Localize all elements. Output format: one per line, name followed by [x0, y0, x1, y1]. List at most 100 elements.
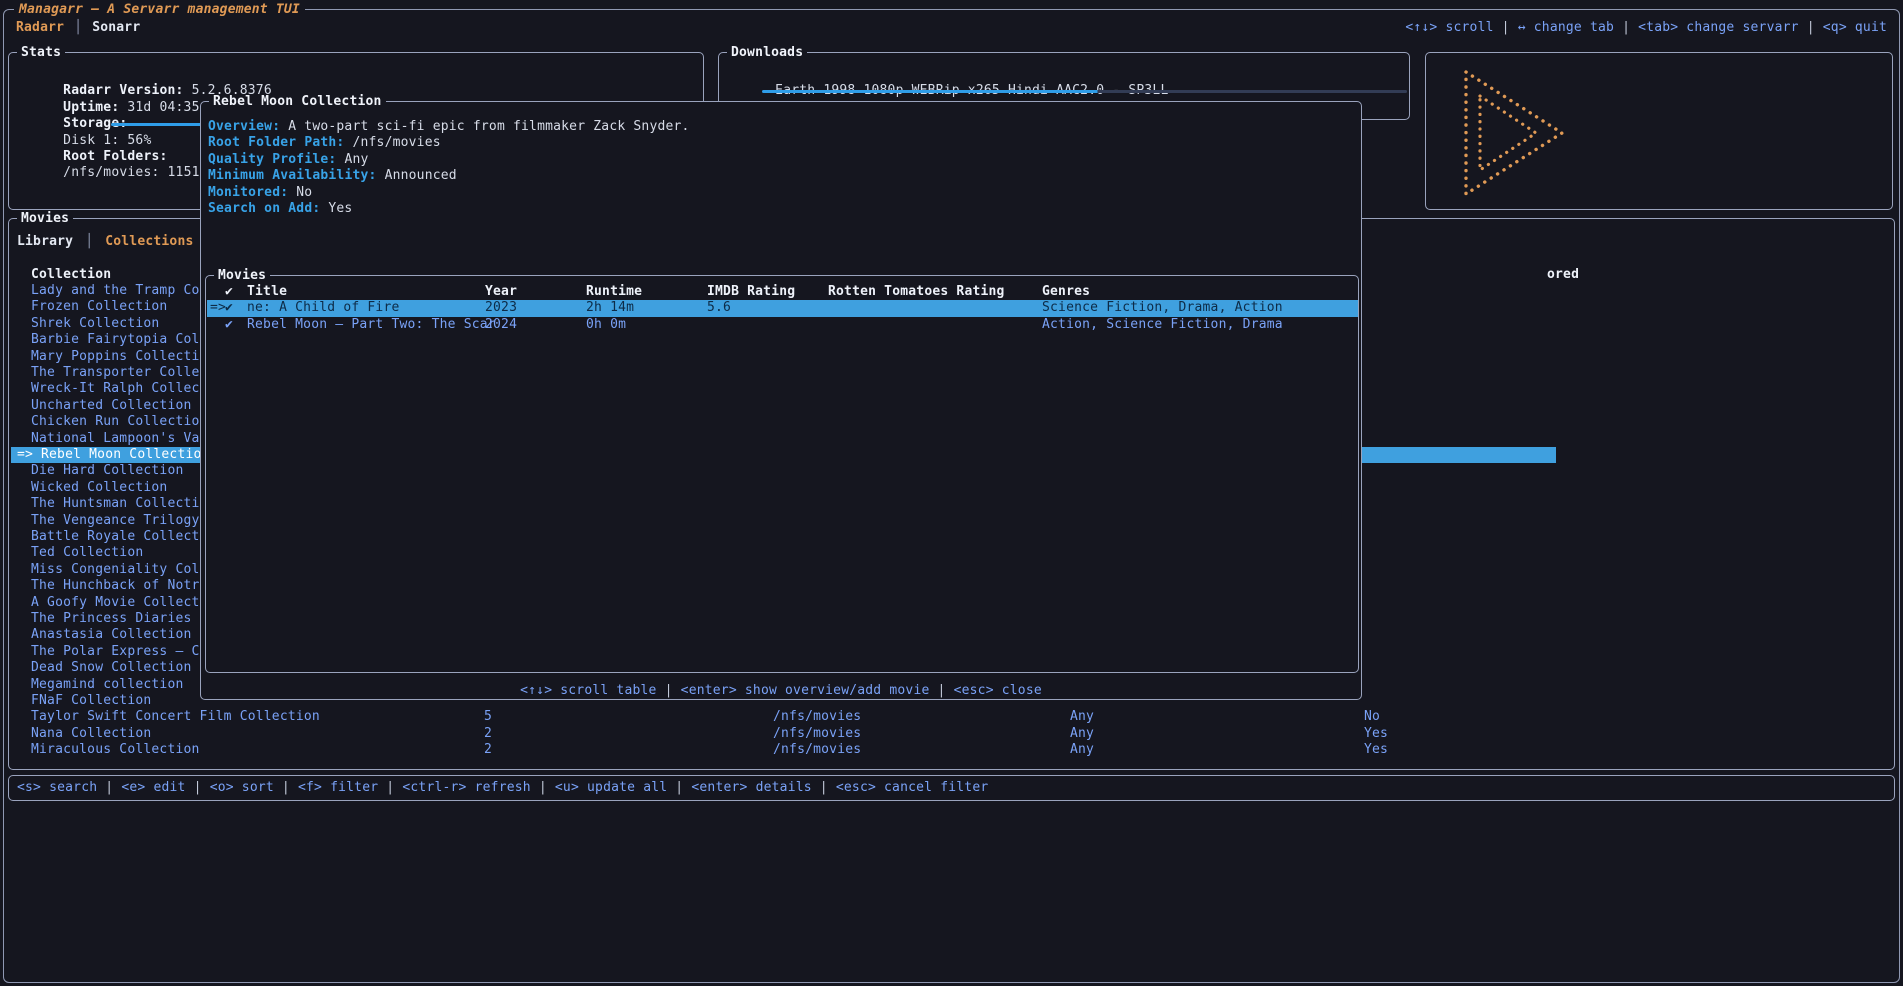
keybind-hint: <enter> show overview/add movie: [681, 683, 930, 698]
collection-name: Shrek Collection: [31, 316, 159, 332]
stats-panel-title: Stats: [17, 45, 65, 60]
footer-bar: <s> search | <e> edit | <o> sort | <f> f…: [8, 775, 1895, 801]
collection-name: Uncharted Collection: [31, 398, 192, 414]
collection-name: Megamind collection: [31, 677, 184, 693]
collection-root-folder: /nfs/movies: [773, 726, 861, 742]
hint-separator: |: [186, 780, 210, 795]
detail-rootfolderpath: Root Folder Path:/nfs/movies: [208, 135, 441, 151]
movies-col-header: Genres: [1042, 284, 1090, 300]
movies-table-header: ✔TitleYearRuntimeIMDB RatingRotten Tomat…: [206, 284, 1358, 300]
collection-name: Frozen Collection: [31, 299, 167, 315]
collection-name: Rebel Moon Collection: [41, 447, 210, 463]
hint-separator: |: [97, 780, 121, 795]
movie-check: ✔: [225, 317, 233, 333]
collection-name: National Lampoon's Va: [31, 431, 200, 447]
movies-table-title: Movies: [214, 268, 270, 283]
collection-name: FNaF Collection: [31, 693, 151, 709]
collection-name: The Princess Diaries: [31, 611, 192, 627]
selection-arrow: =>: [17, 447, 33, 463]
movie-year: 2023: [485, 300, 517, 316]
collection-details-modal: Rebel Moon Collection Overview:A two-par…: [200, 101, 1362, 700]
keybind-hint: <e> edit: [121, 780, 185, 795]
collection-name: The Polar Express – C: [31, 644, 200, 660]
selection-arrow: =>: [210, 300, 226, 316]
collection-name: Ted Collection: [31, 545, 143, 561]
collection-quality-profile: Any: [1070, 726, 1094, 742]
top-keybind-hints: <↑↓> scroll | ↔ change tab | <tab> chang…: [1405, 19, 1887, 36]
keybind-hint: <esc> close: [954, 683, 1042, 698]
collection-name: The Vengeance Trilogy: [31, 513, 200, 529]
tab-sonarr[interactable]: Sonarr: [92, 19, 140, 36]
tab-radarr[interactable]: Radarr: [16, 19, 64, 36]
collection-name: Miss Congeniality Col: [31, 562, 200, 578]
hint-separator: |: [1494, 20, 1518, 35]
download-progress-gauge: [762, 90, 1407, 93]
collection-root-folder: /nfs/movies: [773, 742, 861, 758]
collection-name: Miraculous Collection: [31, 742, 200, 758]
detail-minimumavailability: Minimum Availability:Announced: [208, 168, 457, 184]
keybind-hint: <q> quit: [1823, 20, 1887, 35]
movies-col-header: ✔: [225, 284, 233, 300]
movies-col-header: Year: [485, 284, 517, 300]
modal-title: Rebel Moon Collection: [209, 94, 386, 109]
detail-overview: Overview: A two-part sci-fi epic from fil…: [208, 119, 690, 135]
collection-name: Die Hard Collection: [31, 463, 184, 479]
collection-monitored: Yes: [1364, 726, 1388, 742]
downloads-panel-title: Downloads: [727, 45, 807, 60]
movies-col-header: Title: [247, 284, 287, 300]
movie-genres: Science Fiction, Drama, Action: [1042, 300, 1283, 316]
footer-keybind-hints: <s> search | <e> edit | <o> sort | <f> f…: [17, 780, 988, 795]
movies-col-header: Runtime: [586, 284, 642, 300]
tab-separator: │: [74, 19, 82, 36]
uptime-row: Uptime:31d 04:35:37: [15, 83, 224, 99]
keybind-hint: <↑↓> scroll table: [520, 683, 656, 698]
detail-value: A two-part sci-fi epic from filmmaker Za…: [288, 119, 689, 134]
keybind-hint: <↑↓> scroll: [1405, 20, 1493, 35]
collection-name: Mary Poppins Collecti: [31, 349, 200, 365]
collection-row[interactable]: Miraculous Collection2/nfs/moviesAnyYes: [9, 742, 1894, 758]
hint-separator: |: [667, 780, 691, 795]
detail-value: Yes: [328, 201, 352, 216]
collection-name: Battle Royale Collect: [31, 529, 200, 545]
movie-runtime: 2h 14m: [586, 300, 634, 316]
root-folders-row: Root Folders:: [15, 133, 168, 149]
movies-col-header: IMDB Rating: [707, 284, 795, 300]
collection-movie-count: 5: [484, 709, 492, 725]
app-title: Managarr – A Servarr management TUI: [14, 2, 305, 17]
detail-label: Search on Add:: [208, 201, 320, 216]
collection-quality-profile: Any: [1070, 742, 1094, 758]
collection-name: Nana Collection: [31, 726, 151, 742]
collection-name: Wreck-It Ralph Collec: [31, 381, 200, 397]
keybind-hint: <tab> change servarr: [1638, 20, 1799, 35]
hint-separator: |: [274, 780, 298, 795]
collection-row[interactable]: Taylor Swift Concert Film Collection5/nf…: [9, 709, 1894, 725]
movie-title: ne: A Child of Fire: [247, 300, 400, 316]
collection-row[interactable]: Nana Collection2/nfs/moviesAnyYes: [9, 726, 1894, 742]
download-progress-row: 52%: [727, 83, 1411, 99]
collection-name: A Goofy Movie Collect: [31, 595, 200, 611]
keybind-hint: <f> filter: [298, 780, 378, 795]
hint-separator: |: [812, 780, 836, 795]
detail-label: Overview:: [208, 119, 280, 134]
movie-row-selected[interactable]: =>✔ne: A Child of Fire20232h 14m5.6Scien…: [206, 300, 1358, 316]
detail-value: Any: [344, 152, 368, 167]
movie-row[interactable]: ✔Rebel Moon – Part Two: The Scar20240h 0…: [206, 317, 1358, 333]
detail-monitored: Monitored:No: [208, 185, 312, 201]
collection-quality-profile: Any: [1070, 709, 1094, 725]
keybind-hint: <enter> details: [691, 780, 811, 795]
detail-value: No: [296, 185, 312, 200]
radarr-version-row: Radarr Version:5.2.6.8376: [15, 67, 272, 83]
movie-runtime: 0h 0m: [586, 317, 626, 333]
hint-separator: |: [1799, 20, 1823, 35]
managarr-play-logo-icon: [1436, 56, 1586, 206]
storage-row: Storage:: [15, 100, 127, 116]
download-item: Earth 1998 1080p WEBRip x265 Hindi AAC2.…: [727, 67, 1168, 83]
keybind-hint: <ctrl-r> refresh: [402, 780, 530, 795]
hint-separator: |: [531, 780, 555, 795]
collection-name: Lady and the Tramp Co: [31, 283, 200, 299]
movie-imdb: 5.6: [707, 300, 731, 316]
collection-monitored: No: [1364, 709, 1380, 725]
detail-label: Root Folder Path:: [208, 135, 344, 150]
hint-separator: |: [930, 683, 954, 698]
collection-movies-table: Movies ✔TitleYearRuntimeIMDB RatingRotte…: [205, 275, 1359, 673]
